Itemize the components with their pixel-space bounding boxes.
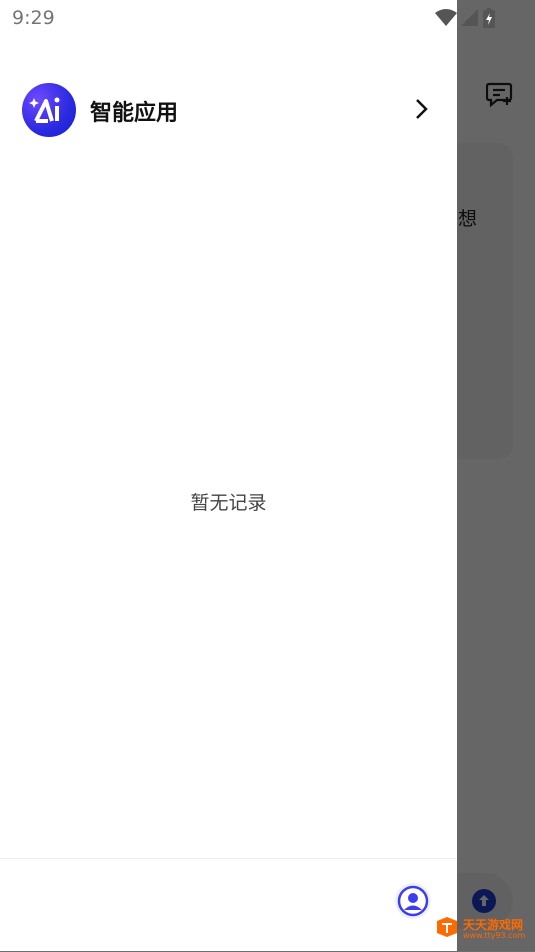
drawer-footer (0, 858, 457, 952)
battery-icon (483, 8, 495, 28)
watermark: 天天游戏网 www.tty93.com (435, 915, 535, 945)
signal-icon (461, 9, 478, 26)
status-bar: 9:29 (0, 0, 535, 36)
watermark-logo-icon (437, 917, 457, 937)
chevron-right-icon[interactable] (410, 97, 434, 121)
status-time: 9:29 (12, 7, 55, 29)
wifi-icon (435, 9, 457, 26)
drawer-header[interactable]: 智能应用 (0, 80, 457, 140)
user-avatar-button[interactable] (395, 883, 431, 919)
status-icons (435, 8, 495, 28)
ai-logo-icon (22, 83, 76, 137)
user-icon (397, 885, 429, 917)
side-drawer: 智能应用 暂无记录 (0, 0, 457, 951)
empty-state-text: 暂无记录 (190, 492, 267, 514)
watermark-url: www.tty93.com (463, 931, 526, 940)
app-title: 智能应用 (90, 101, 179, 126)
